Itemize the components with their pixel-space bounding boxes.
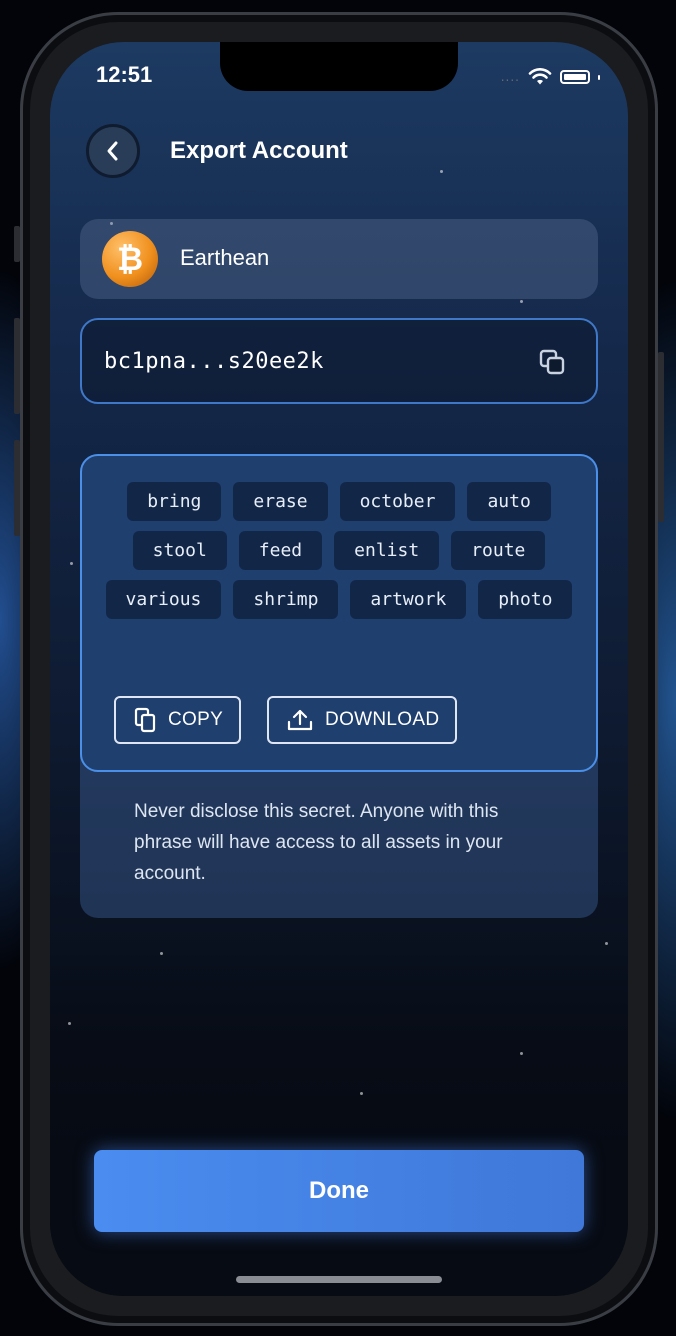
warning-text: Never disclose this secret. Anyone with … xyxy=(134,801,503,884)
battery-cap xyxy=(598,74,600,80)
phrase-word: october xyxy=(339,482,456,521)
phrase-word: artwork xyxy=(350,580,467,619)
phrase-word: route xyxy=(451,531,546,570)
upload-icon xyxy=(287,709,313,731)
phrase-word: enlist xyxy=(334,531,440,570)
phrase-word: erase xyxy=(233,482,328,521)
address-field: bc1pna...s20ee2k xyxy=(80,318,598,404)
battery-icon xyxy=(560,70,590,84)
copy-icon xyxy=(134,707,156,733)
bitcoin-icon: ₿ xyxy=(102,231,158,287)
volume-up-button xyxy=(14,318,20,414)
phrase-word: auto xyxy=(467,482,551,521)
phrase-word: photo xyxy=(478,580,573,619)
phrase-word: stool xyxy=(132,531,227,570)
home-indicator[interactable] xyxy=(236,1276,442,1283)
wifi-icon xyxy=(528,68,552,85)
phrase-word: feed xyxy=(238,531,323,570)
account-card: ₿ Earthean xyxy=(80,219,598,299)
download-label: DOWNLOAD xyxy=(325,709,440,730)
status-time: 12:51 xyxy=(96,62,153,87)
phrase-words: bring erase october auto stool feed enli… xyxy=(96,482,582,619)
copy-icon xyxy=(539,349,565,375)
address-value: bc1pna...s20ee2k xyxy=(104,349,324,374)
side-button xyxy=(14,226,20,262)
app-screen: 12:51 .... Export Account ₿ Earthean bc1… xyxy=(50,42,628,1296)
page-title: Export Account xyxy=(170,137,348,164)
phrase-word: various xyxy=(105,580,222,619)
status-icons: .... xyxy=(501,68,600,86)
download-button[interactable]: DOWNLOAD xyxy=(267,696,458,744)
back-button[interactable] xyxy=(86,124,140,178)
phrase-word: shrimp xyxy=(233,580,339,619)
done-button[interactable]: Done xyxy=(94,1150,584,1232)
device-notch xyxy=(220,42,458,91)
chevron-left-icon xyxy=(107,141,118,161)
volume-down-button xyxy=(14,440,20,536)
account-name: Earthean xyxy=(180,245,270,270)
copy-phrase-button[interactable]: COPY xyxy=(114,696,242,744)
power-button xyxy=(658,352,664,522)
copy-address-button[interactable] xyxy=(538,348,566,380)
copy-label: COPY xyxy=(168,709,224,730)
phrase-actions: COPY DOWNLOAD xyxy=(114,696,458,744)
recovery-phrase-box: bring erase october auto stool feed enli… xyxy=(80,454,598,772)
signal-icon: .... xyxy=(500,70,520,84)
phrase-word: bring xyxy=(127,482,222,521)
